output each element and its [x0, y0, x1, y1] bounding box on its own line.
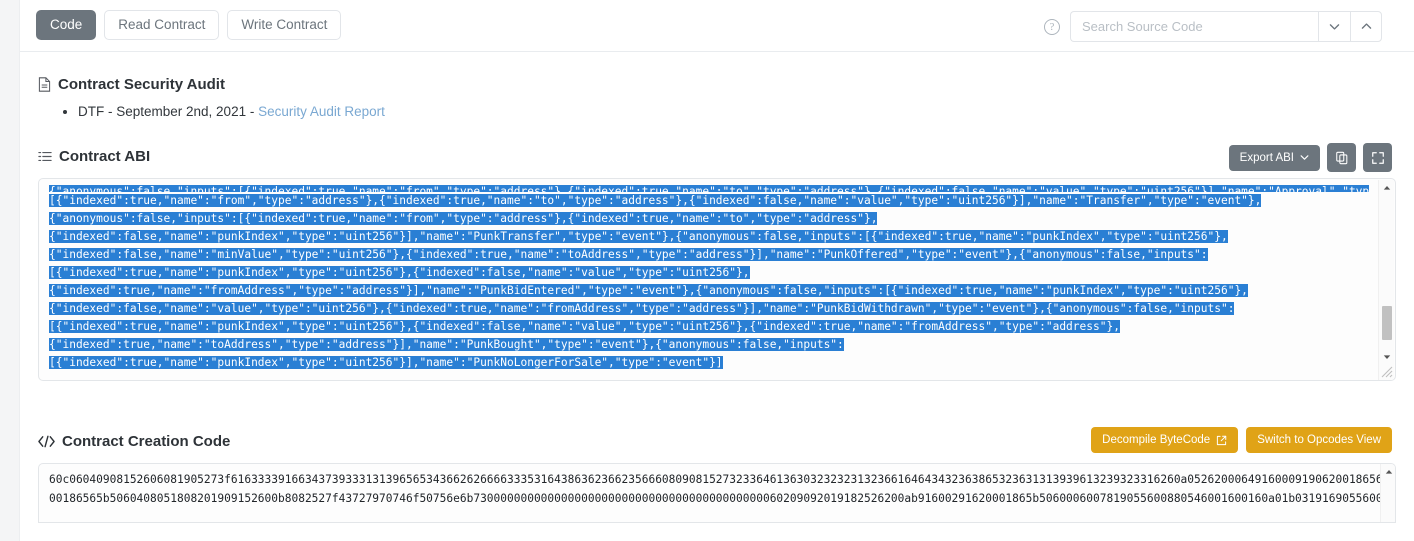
- search-input[interactable]: [1070, 11, 1318, 42]
- contract-security-audit-section: Contract Security Audit DTF - September …: [20, 52, 1414, 123]
- external-link-icon: [1217, 435, 1227, 445]
- creation-code-scrollbar[interactable]: [1380, 464, 1395, 522]
- abi-line-partial: {"anonymous":false,"inputs":[{"indexed":…: [49, 183, 1369, 192]
- creation-section-title: Contract Creation Code: [62, 433, 231, 450]
- abi-section-header: Contract ABI: [20, 148, 1414, 165]
- abi-line: {"indexed":true,"name":"toAddress","type…: [49, 336, 1369, 354]
- document-icon: [38, 77, 51, 92]
- abi-line: {"indexed":true,"name":"fromAddress","ty…: [49, 282, 1369, 300]
- decompile-bytecode-button[interactable]: Decompile ByteCode: [1091, 427, 1239, 453]
- switch-to-opcodes-view-button[interactable]: Switch to Opcodes View: [1246, 427, 1392, 453]
- search-group: [1070, 11, 1382, 42]
- chevron-down-icon: [1300, 155, 1309, 160]
- contract-tabs: Code Read Contract Write Contract: [36, 10, 342, 40]
- abi-line-text: {"indexed":false,"name":"punkIndex","typ…: [49, 230, 1228, 243]
- code-brackets-icon: [38, 435, 55, 448]
- caret-up-icon: [1385, 469, 1392, 474]
- abi-line: [{"indexed":true,"name":"punkIndex","typ…: [49, 264, 1369, 282]
- chevron-up-icon: [1361, 23, 1371, 29]
- question-mark-icon[interactable]: ?: [1044, 18, 1060, 35]
- search-prev-button[interactable]: [1350, 11, 1382, 42]
- creation-code-line: 00186565b5060408051808201909152600b80825…: [49, 492, 1385, 505]
- abi-line-text: [{"indexed":true,"name":"punkIndex","typ…: [49, 356, 723, 369]
- chevron-down-icon: [1329, 24, 1340, 30]
- abi-line: {"anonymous":false,"inputs":[{"indexed":…: [49, 210, 1369, 228]
- creation-code-textarea[interactable]: 60c06040908152606081905273f6163333916634…: [38, 463, 1396, 523]
- export-abi-label: Export ABI: [1239, 151, 1294, 164]
- abi-line-text: [{"indexed":true,"name":"punkIndex","typ…: [49, 320, 1120, 333]
- switch-to-opcodes-label: Switch to Opcodes View: [1257, 434, 1381, 446]
- abi-line: [{"indexed":true,"name":"punkIndex","typ…: [49, 354, 1369, 372]
- abi-line-text: {"anonymous":false,"inputs":[{"indexed":…: [49, 185, 1369, 192]
- abi-line-text: {"indexed":true,"name":"toAddress","type…: [49, 338, 844, 351]
- copy-icon: [1335, 151, 1347, 164]
- resize-grip-icon[interactable]: [1379, 364, 1394, 379]
- abi-line-text: [{"indexed":true,"name":"from","type":"a…: [49, 194, 1262, 207]
- abi-line: [{"indexed":true,"name":"from","type":"a…: [49, 192, 1369, 210]
- tab-code[interactable]: Code: [36, 10, 97, 40]
- list-item: DTF - September 2nd, 2021 - Security Aud…: [78, 101, 1414, 123]
- decompile-bytecode-label: Decompile ByteCode: [1102, 434, 1211, 446]
- content-area: Contract Security Audit DTF - September …: [20, 52, 1414, 523]
- abi-section-title: Contract ABI: [59, 148, 151, 165]
- abi-line-text: {"indexed":false,"name":"value","type":"…: [49, 302, 1235, 315]
- contract-abi-section: Contract ABI Export ABI {"anonymous":fal…: [20, 123, 1414, 381]
- creation-action-buttons: Decompile ByteCode Switch to Opcodes Vie…: [1091, 427, 1392, 453]
- abi-line-text: {"indexed":false,"name":"minValue","type…: [49, 248, 1208, 261]
- search-area: ?: [1044, 11, 1382, 42]
- contract-creation-code-section: Contract Creation Code Decompile ByteCod…: [20, 381, 1414, 523]
- scroll-up-button[interactable]: [1379, 180, 1395, 196]
- audit-section-title: Contract Security Audit: [58, 76, 225, 93]
- expand-icon: [1371, 151, 1384, 164]
- contract-code-page: Code Read Contract Write Contract ? Sear…: [0, 0, 1414, 541]
- security-audit-report-link[interactable]: Security Audit Report: [258, 104, 385, 119]
- scrollbar-thumb[interactable]: [1382, 306, 1392, 340]
- audit-item-text: DTF - September 2nd, 2021 -: [78, 104, 259, 119]
- abi-textarea[interactable]: {"anonymous":false,"inputs":[{"indexed":…: [38, 178, 1396, 381]
- abi-lines: {"anonymous":false,"inputs":[{"indexed":…: [49, 183, 1369, 379]
- search-next-button[interactable]: [1318, 11, 1350, 42]
- scroll-up-button[interactable]: [1381, 464, 1395, 479]
- top-toolbar: Code Read Contract Write Contract ?: [20, 0, 1414, 52]
- creation-code-line: 60c06040908152606081905273f6163333916634…: [49, 473, 1385, 486]
- abi-line: {"indexed":false,"name":"punkIndex","typ…: [49, 228, 1369, 246]
- abi-action-buttons: Export ABI: [1228, 143, 1392, 172]
- audit-section-header: Contract Security Audit: [20, 76, 1414, 93]
- export-abi-button[interactable]: Export ABI: [1228, 144, 1320, 171]
- audit-list: DTF - September 2nd, 2021 - Security Aud…: [20, 101, 1414, 123]
- abi-line-text: {"indexed":true,"name":"fromAddress","ty…: [49, 284, 1248, 297]
- left-gutter: [0, 0, 20, 541]
- caret-down-icon: [1383, 355, 1391, 359]
- abi-line-text: [{"indexed":true,"name":"punkIndex","typ…: [49, 266, 750, 279]
- copy-abi-button[interactable]: [1327, 143, 1356, 172]
- abi-line: {"indexed":false,"name":"value","type":"…: [49, 300, 1369, 318]
- abi-vertical-scrollbar[interactable]: [1378, 180, 1395, 380]
- abi-line: {"indexed":false,"name":"minValue","type…: [49, 246, 1369, 264]
- scroll-down-button[interactable]: [1379, 349, 1395, 365]
- list-icon: [38, 150, 52, 163]
- abi-line-text: {"anonymous":false,"inputs":[{"indexed":…: [49, 212, 878, 225]
- abi-line: [{"indexed":true,"name":"punkIndex","typ…: [49, 318, 1369, 336]
- expand-abi-button[interactable]: [1363, 143, 1392, 172]
- tab-write-contract[interactable]: Write Contract: [227, 10, 342, 40]
- tab-read-contract[interactable]: Read Contract: [104, 10, 220, 40]
- caret-up-icon: [1383, 186, 1391, 190]
